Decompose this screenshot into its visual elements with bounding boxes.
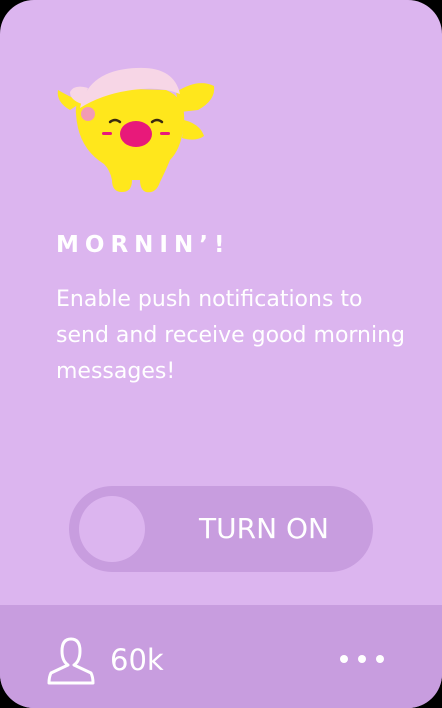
app-title: MORNIN’! — [56, 232, 231, 258]
notification-description: Enable push notifications to send and re… — [56, 287, 406, 384]
ellipsis-dot — [358, 655, 366, 663]
user-icon — [47, 637, 95, 685]
notification-card: MORNIN’! Enable push notifications to se… — [0, 0, 442, 708]
toggle-label: TURN ON — [199, 512, 329, 545]
turn-on-toggle[interactable]: TURN ON — [69, 486, 373, 572]
card-footer: 60k — [0, 605, 442, 708]
sleepy-yellow-creature-icon — [57, 67, 215, 193]
toggle-knob[interactable] — [79, 496, 145, 562]
more-options-button[interactable] — [332, 641, 392, 675]
ellipsis-icon — [340, 655, 348, 663]
ellipsis-dot — [376, 655, 384, 663]
follower-count: 60k — [110, 643, 164, 677]
